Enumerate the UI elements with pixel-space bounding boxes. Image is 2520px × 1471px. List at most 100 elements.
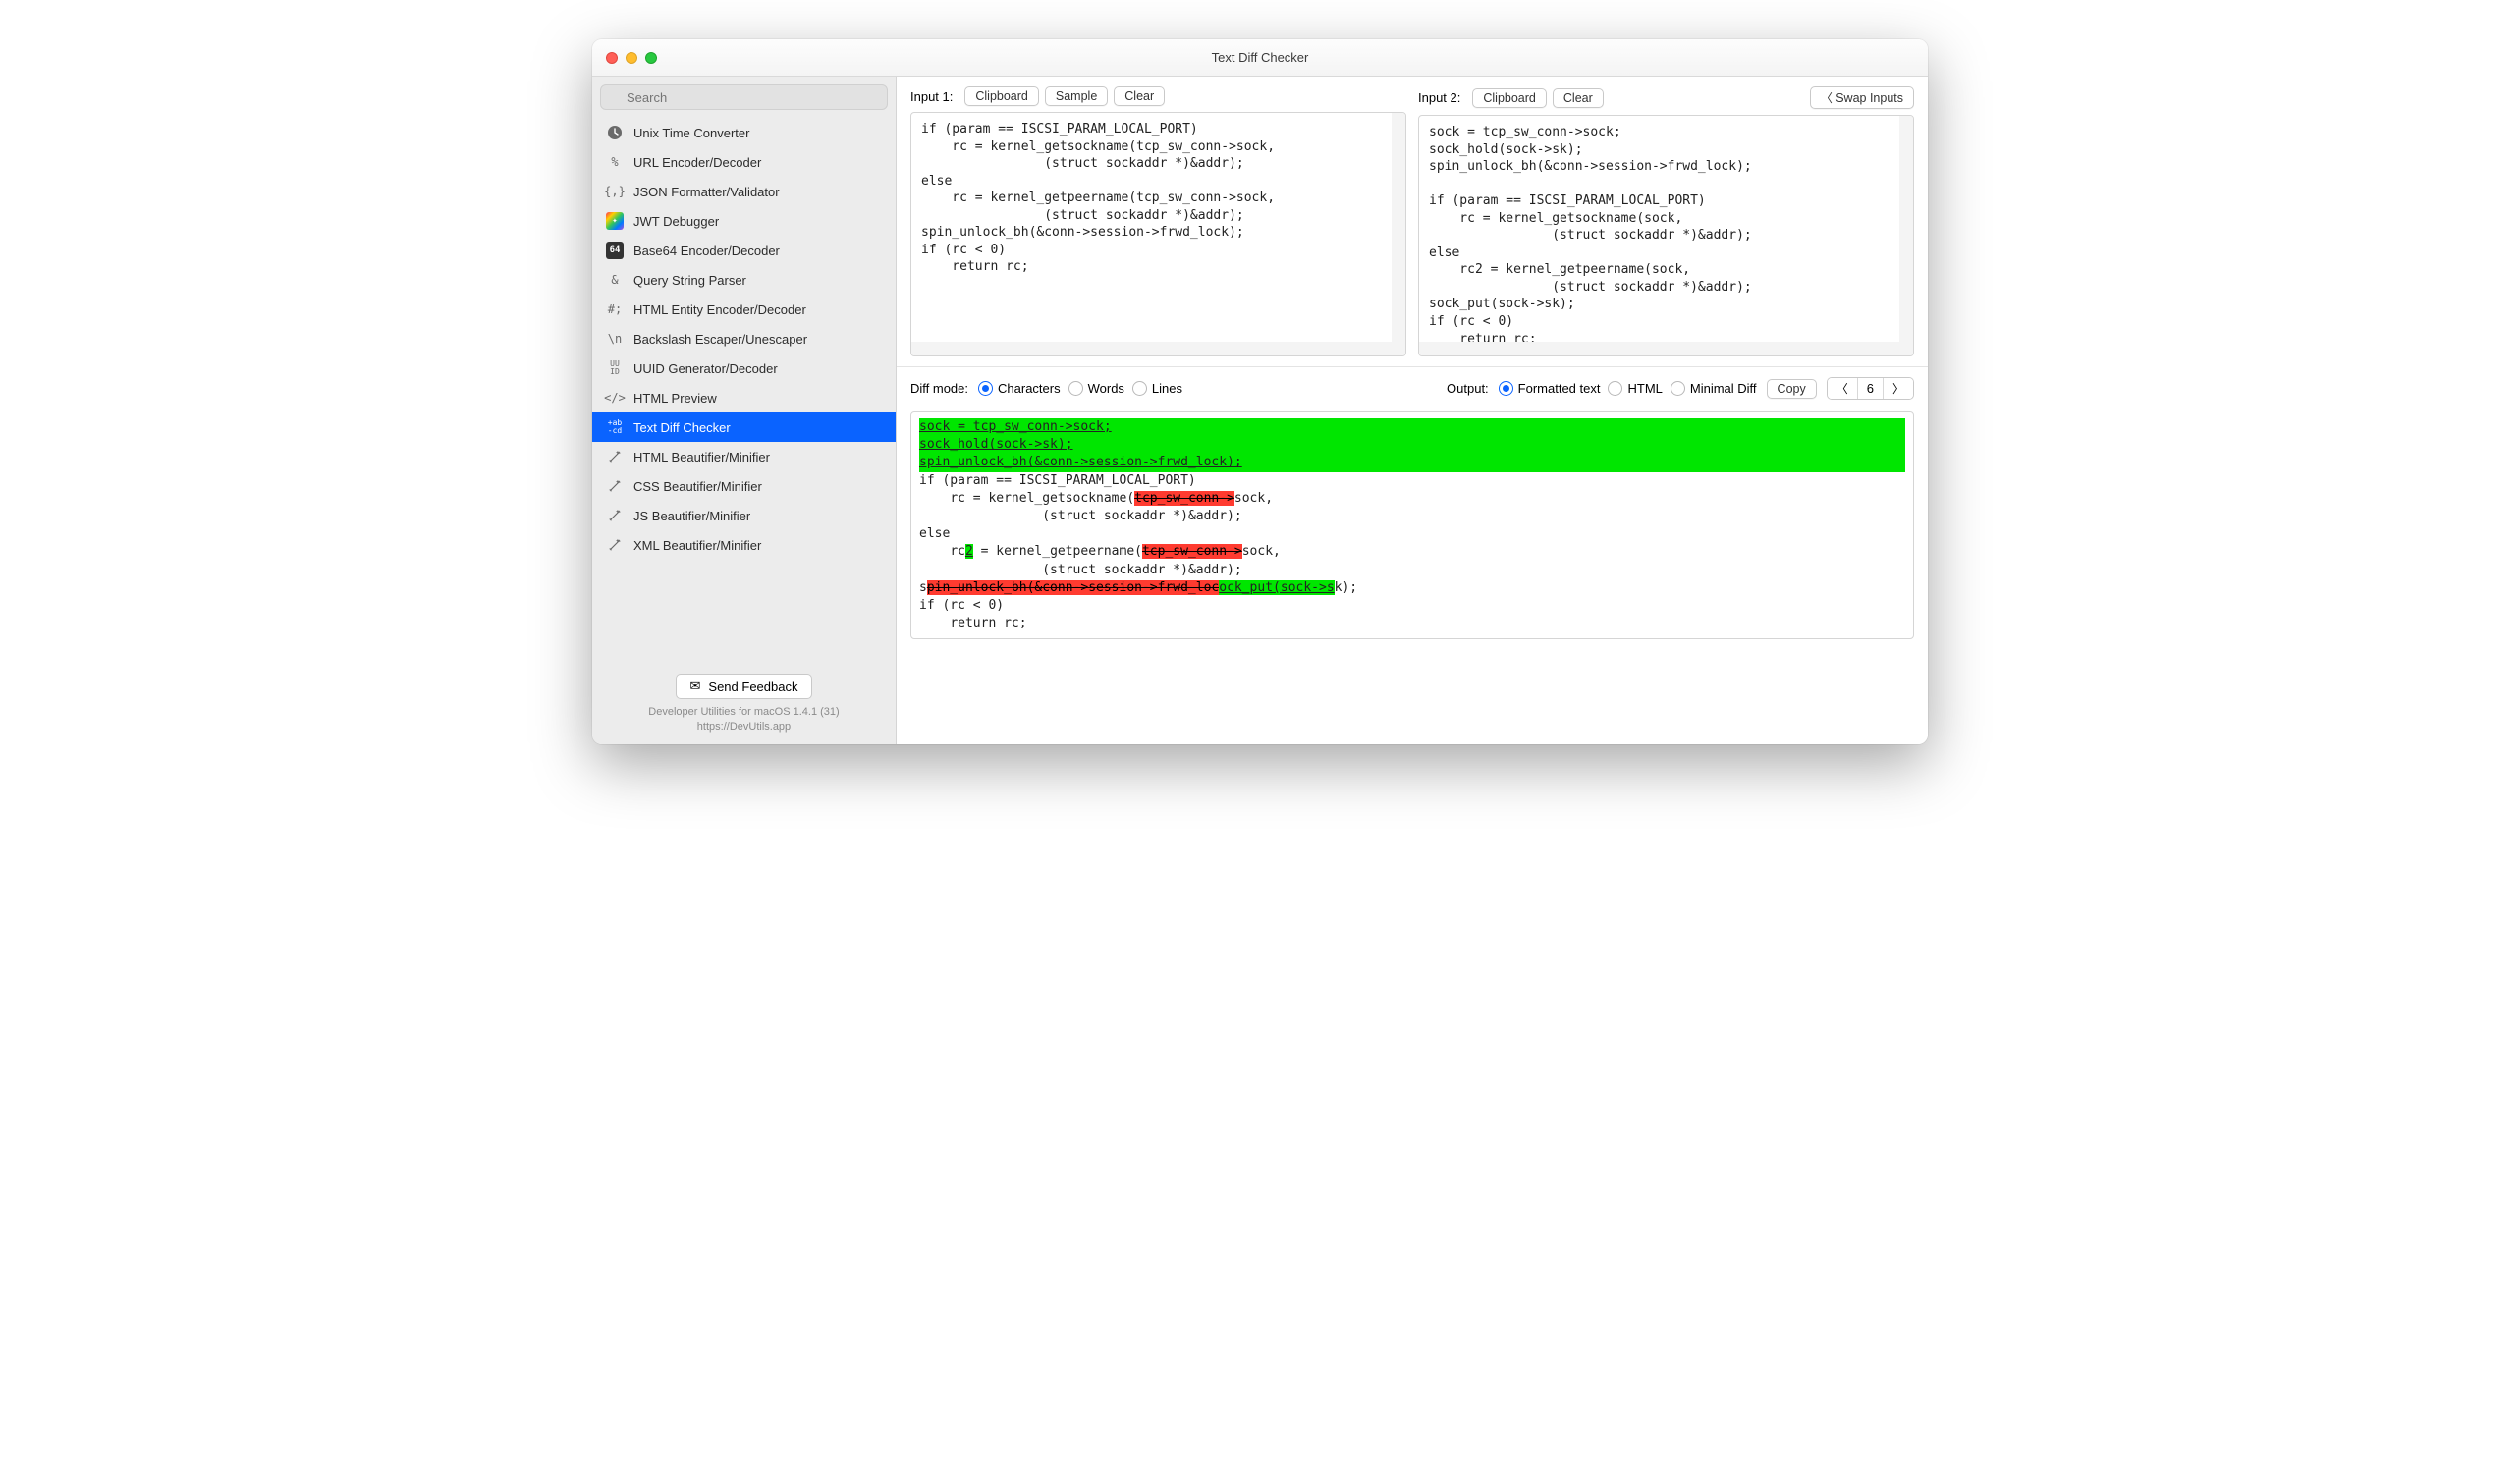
sidebar-item-label: Backslash Escaper/Unescaper — [633, 332, 807, 347]
scroll-corner — [1899, 342, 1913, 355]
diff-mode-label: Diff mode: — [910, 381, 968, 396]
diff-nav-next-button[interactable]: 〉 — [1884, 378, 1913, 399]
input2-clipboard-button[interactable]: Clipboard — [1472, 88, 1547, 108]
sidebar-item-xml-beautifier[interactable]: XML Beautifier/Minifier — [592, 530, 896, 560]
sidebar-item-label: JWT Debugger — [633, 214, 719, 229]
chevron-right-icon: 〉 — [1892, 380, 1904, 397]
sidebar: Unix Time Converter % URL Encoder/Decode… — [592, 77, 897, 744]
sidebar-item-label: XML Beautifier/Minifier — [633, 538, 761, 553]
main-panel: Input 1: Clipboard Sample Clear if (para… — [897, 77, 1928, 744]
sidebar-item-uuid[interactable]: UUID UUID Generator/Decoder — [592, 354, 896, 383]
sidebar-item-text-diff[interactable]: +ab-cd Text Diff Checker — [592, 412, 896, 442]
diff-icon: +ab-cd — [606, 418, 624, 436]
base64-icon: 64 — [606, 242, 624, 259]
diff-added-block: sock = tcp_sw_conn->sock; sock_hold(sock… — [919, 418, 1905, 472]
sidebar-item-jwt-debugger[interactable]: ✦ JWT Debugger — [592, 206, 896, 236]
wand-icon — [606, 536, 624, 554]
scrollbar-vertical[interactable] — [1392, 113, 1405, 355]
radio-icon — [1132, 381, 1147, 396]
diff-nav-prev-button[interactable]: 〈 — [1828, 378, 1858, 399]
sidebar-item-label: JS Beautifier/Minifier — [633, 509, 750, 523]
sidebar-item-html-beautifier[interactable]: HTML Beautifier/Minifier — [592, 442, 896, 471]
tool-list: Unix Time Converter % URL Encoder/Decode… — [592, 118, 896, 664]
output-label: Output: — [1447, 381, 1489, 396]
controls-row: Diff mode: Characters Words Lines Output… — [897, 367, 1928, 406]
uuid-icon: UUID — [606, 359, 624, 377]
sidebar-item-label: JSON Formatter/Validator — [633, 185, 780, 199]
radio-icon — [1671, 381, 1685, 396]
feedback-label: Send Feedback — [708, 680, 797, 694]
sidebar-item-label: HTML Entity Encoder/Decoder — [633, 302, 806, 317]
sidebar-item-label: CSS Beautifier/Minifier — [633, 479, 762, 494]
scrollbar-horizontal[interactable] — [911, 342, 1405, 355]
input1-clear-button[interactable]: Clear — [1114, 86, 1165, 106]
zoom-window-button[interactable] — [645, 52, 657, 64]
radio-icon — [1068, 381, 1083, 396]
sidebar-item-unix-time[interactable]: Unix Time Converter — [592, 118, 896, 147]
sidebar-item-css-beautifier[interactable]: CSS Beautifier/Minifier — [592, 471, 896, 501]
sidebar-item-html-preview[interactable]: </> HTML Preview — [592, 383, 896, 412]
swap-inputs-button[interactable]: 〈 Swap Inputs — [1810, 86, 1914, 109]
sidebar-item-label: Query String Parser — [633, 273, 746, 288]
ampersand-icon: & — [606, 271, 624, 289]
radio-icon — [1608, 381, 1622, 396]
jwt-icon: ✦ — [606, 212, 624, 230]
minimize-window-button[interactable] — [626, 52, 637, 64]
sidebar-item-backslash-escaper[interactable]: \n Backslash Escaper/Unescaper — [592, 324, 896, 354]
diff-added: 2 — [965, 544, 973, 559]
sidebar-item-base64[interactable]: 64 Base64 Encoder/Decoder — [592, 236, 896, 265]
radio-html[interactable]: HTML — [1608, 381, 1662, 396]
scrollbar-horizontal[interactable] — [1419, 342, 1913, 355]
sidebar-item-label: URL Encoder/Decoder — [633, 155, 761, 170]
radio-icon — [1499, 381, 1513, 396]
sidebar-item-label: HTML Preview — [633, 391, 717, 406]
diff-deleted: tcp_sw_conn-> — [1134, 491, 1234, 506]
sidebar-item-url-encoder[interactable]: % URL Encoder/Decoder — [592, 147, 896, 177]
input1-panel: Input 1: Clipboard Sample Clear if (para… — [910, 86, 1406, 356]
backslash-icon: \n — [606, 330, 624, 348]
sidebar-item-js-beautifier[interactable]: JS Beautifier/Minifier — [592, 501, 896, 530]
sidebar-item-label: UUID Generator/Decoder — [633, 361, 778, 376]
input1-textarea[interactable]: if (param == ISCSI_PARAM_LOCAL_PORT) rc … — [910, 112, 1406, 356]
close-window-button[interactable] — [606, 52, 618, 64]
sidebar-item-json-formatter[interactable]: {,} JSON Formatter/Validator — [592, 177, 896, 206]
envelope-icon: ✉ — [690, 679, 701, 694]
input2-clear-button[interactable]: Clear — [1553, 88, 1604, 108]
input1-clipboard-button[interactable]: Clipboard — [964, 86, 1039, 106]
clock-icon — [606, 124, 624, 141]
radio-icon — [978, 381, 993, 396]
sidebar-item-label: Unix Time Converter — [633, 126, 749, 140]
percent-icon: % — [606, 153, 624, 171]
radio-characters[interactable]: Characters — [978, 381, 1061, 396]
diff-added: ock_put(sock->s — [1219, 580, 1334, 595]
diff-nav-stepper: 〈 6 〉 — [1827, 377, 1914, 400]
chevron-left-icon: 〈 — [1821, 91, 1835, 105]
sidebar-item-query-string[interactable]: & Query String Parser — [592, 265, 896, 295]
sidebar-item-label: Base64 Encoder/Decoder — [633, 244, 780, 258]
diff-deleted: pin_unlock_bh(&conn->session->frwd_loc — [927, 580, 1219, 595]
wand-icon — [606, 507, 624, 524]
window-controls — [592, 52, 657, 64]
radio-lines[interactable]: Lines — [1132, 381, 1182, 396]
scrollbar-vertical[interactable] — [1899, 116, 1913, 355]
hash-semi-icon: #; — [606, 300, 624, 318]
wand-icon — [606, 448, 624, 465]
diff-nav-count: 6 — [1858, 378, 1884, 399]
input1-label: Input 1: — [910, 89, 953, 104]
diff-output[interactable]: sock = tcp_sw_conn->sock; sock_hold(sock… — [910, 411, 1914, 639]
copy-button[interactable]: Copy — [1767, 379, 1817, 399]
footer-text: Developer Utilities for macOS 1.4.1 (31)… — [648, 705, 839, 735]
input1-sample-button[interactable]: Sample — [1045, 86, 1108, 106]
braces-icon: {,} — [606, 183, 624, 200]
radio-formatted-text[interactable]: Formatted text — [1499, 381, 1601, 396]
radio-words[interactable]: Words — [1068, 381, 1124, 396]
radio-minimal-diff[interactable]: Minimal Diff — [1671, 381, 1757, 396]
sidebar-item-html-entity[interactable]: #; HTML Entity Encoder/Decoder — [592, 295, 896, 324]
search-input[interactable] — [600, 84, 888, 110]
chevron-left-icon: 〈 — [1836, 380, 1848, 397]
sidebar-item-label: Text Diff Checker — [633, 420, 731, 435]
input2-textarea[interactable]: sock = tcp_sw_conn->sock; sock_hold(sock… — [1418, 115, 1914, 356]
input2-panel: Input 2: Clipboard Clear 〈 Swap Inputs s… — [1418, 86, 1914, 356]
titlebar: Text Diff Checker — [592, 39, 1928, 77]
send-feedback-button[interactable]: ✉ Send Feedback — [676, 674, 813, 699]
